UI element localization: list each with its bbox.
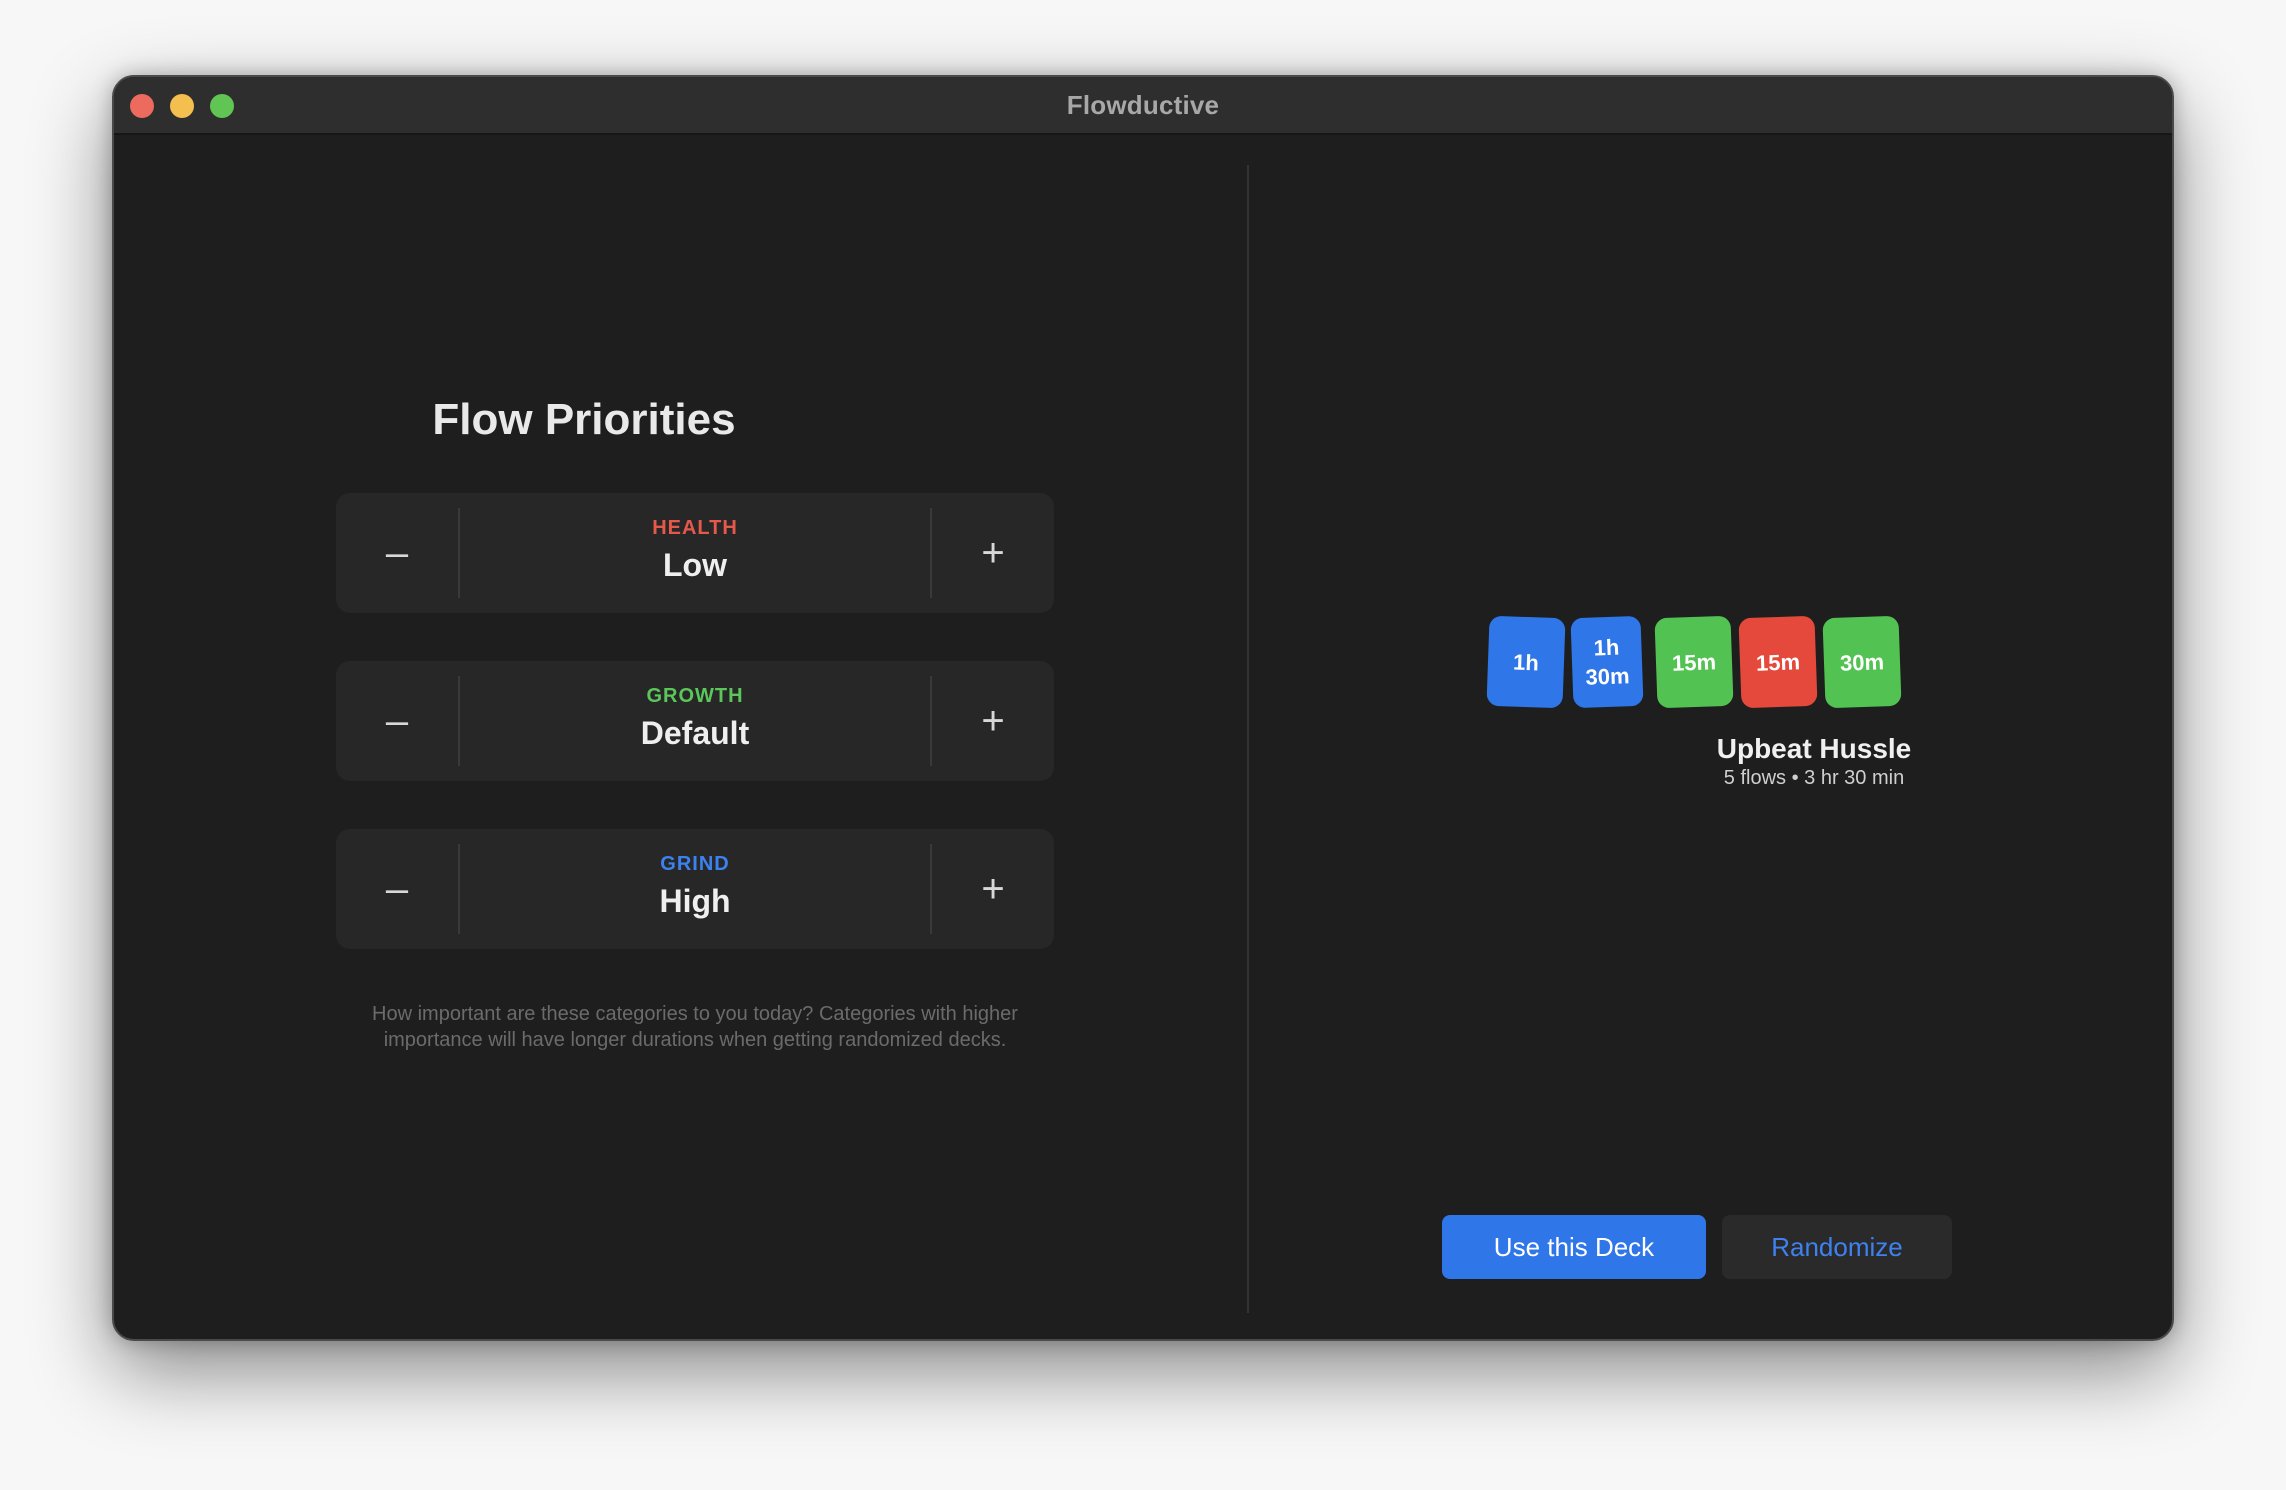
growth-increment-button[interactable]: + <box>932 661 1054 781</box>
deck-card: 15m <box>1654 615 1734 709</box>
priorities-helper-text: How important are these categories to yo… <box>372 1003 1018 1051</box>
deck-name: Upbeat Hussle <box>1716 733 1912 764</box>
health-increment-button[interactable]: + <box>932 493 1054 613</box>
growth-stepper: – GROWTH Default + <box>336 661 1054 781</box>
grind-increment-button[interactable]: + <box>932 829 1054 949</box>
deck-card: 1h 30m <box>1570 615 1644 709</box>
randomize-button[interactable]: Randomize <box>1722 1215 1952 1279</box>
grind-stepper: – GRIND High + <box>336 829 1054 949</box>
deck-card: 1h <box>1486 615 1566 709</box>
deck-summary: 5 flows • 3 hr 30 min <box>1723 767 1905 789</box>
deck-card: 15m <box>1738 615 1818 709</box>
panel-divider <box>1247 165 1249 1313</box>
app-window: Flowductive Flow Priorities – HEALTH Low… <box>112 75 2174 1341</box>
window-title: Flowductive <box>1066 90 1220 120</box>
use-deck-button[interactable]: Use this Deck <box>1442 1215 1706 1279</box>
deck-card: 30m <box>1822 615 1902 709</box>
title-bar: Flowductive <box>114 77 2172 135</box>
health-stepper: – HEALTH Low + <box>336 493 1054 613</box>
priorities-title: Flow Priorities <box>432 395 736 444</box>
